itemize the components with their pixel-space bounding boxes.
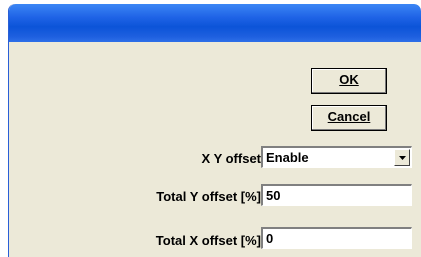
cancel-button-label: Cancel bbox=[327, 109, 371, 124]
total-x-offset-input[interactable]: 0 bbox=[261, 227, 412, 249]
title-bar[interactable] bbox=[9, 4, 421, 42]
dropdown-arrow-button[interactable] bbox=[394, 149, 410, 166]
dialog-window: OK Cancel X Y offset Enable Total Y offs… bbox=[8, 4, 421, 257]
xy-offset-value: Enable bbox=[266, 150, 309, 165]
chevron-down-icon bbox=[398, 156, 406, 160]
ok-button-label: OK bbox=[339, 72, 359, 87]
total-y-offset-value: 50 bbox=[266, 188, 281, 203]
xy-offset-label: X Y offset bbox=[201, 151, 261, 166]
total-x-offset-label: Total X offset [%] bbox=[155, 233, 261, 248]
ok-button[interactable]: OK bbox=[311, 68, 387, 94]
total-y-offset-input[interactable]: 50 bbox=[261, 184, 412, 206]
xy-offset-select[interactable]: Enable bbox=[261, 146, 412, 168]
total-y-offset-label: Total Y offset [%] bbox=[156, 189, 261, 204]
cancel-button[interactable]: Cancel bbox=[311, 105, 387, 131]
total-x-offset-value: 0 bbox=[266, 231, 274, 246]
